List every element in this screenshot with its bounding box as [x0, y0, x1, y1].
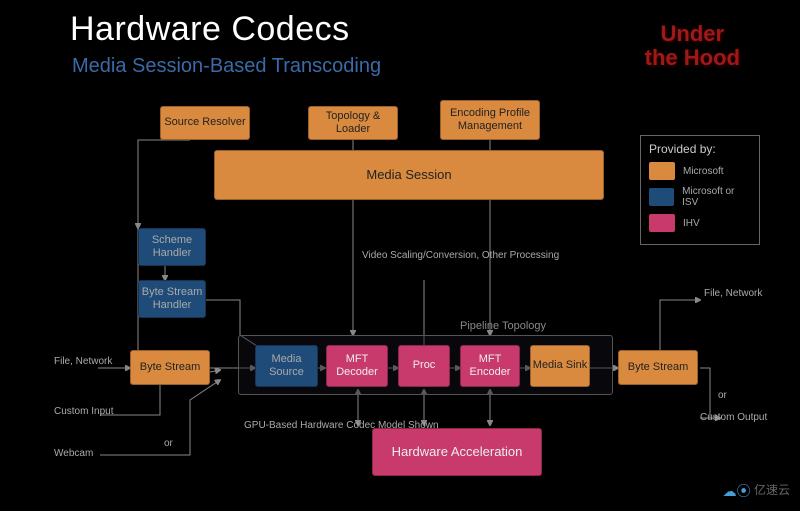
box-media-session: Media Session	[214, 150, 604, 200]
box-byte-stream-in: Byte Stream	[130, 350, 210, 385]
box-byte-stream-handler: Byte Stream Handler	[138, 280, 206, 318]
legend-title: Provided by:	[649, 142, 751, 156]
label-file-network-right: File, Network	[704, 288, 762, 300]
swatch-icon	[649, 162, 675, 180]
label-custom-input: Custom Input	[54, 406, 113, 418]
label-pipeline-topology: Pipeline Topology	[460, 320, 546, 332]
box-mft-decoder: MFT Decoder	[326, 345, 388, 387]
legend-label: IHV	[683, 218, 700, 229]
box-proc: Proc	[398, 345, 450, 387]
box-scheme-handler: Scheme Handler	[138, 228, 206, 266]
box-byte-stream-out: Byte Stream	[618, 350, 698, 385]
box-source-resolver: Source Resolver	[160, 106, 250, 140]
legend: Provided by: Microsoft Microsoft or ISV …	[640, 135, 760, 245]
box-media-source: Media Source	[255, 345, 318, 387]
label-or-right: or	[718, 390, 727, 402]
box-encoding-profile: Encoding Profile Management	[440, 100, 540, 140]
cloud-icon: ☁⦿	[723, 481, 751, 501]
box-hardware-accel: Hardware Acceleration	[372, 428, 542, 476]
swatch-icon	[649, 214, 675, 232]
legend-item: Microsoft or ISV	[649, 186, 751, 208]
label-or-left: or	[164, 438, 173, 450]
label-webcam: Webcam	[54, 448, 93, 460]
legend-item: Microsoft	[649, 162, 751, 180]
watermark: ☁⦿ 亿速云	[723, 481, 790, 501]
legend-label: Microsoft	[683, 166, 724, 177]
box-topology-loader: Topology & Loader	[308, 106, 398, 140]
box-mft-encoder: MFT Encoder	[460, 345, 520, 387]
legend-label: Microsoft or ISV	[682, 186, 751, 208]
label-file-network-left: File, Network	[54, 356, 112, 368]
swatch-icon	[649, 188, 674, 206]
legend-item: IHV	[649, 214, 751, 232]
box-media-sink: Media Sink	[530, 345, 590, 387]
label-custom-output: Custom Output	[700, 412, 767, 424]
watermark-text: 亿速云	[754, 483, 790, 497]
label-video-processing: Video Scaling/Conversion, Other Processi…	[362, 250, 559, 262]
